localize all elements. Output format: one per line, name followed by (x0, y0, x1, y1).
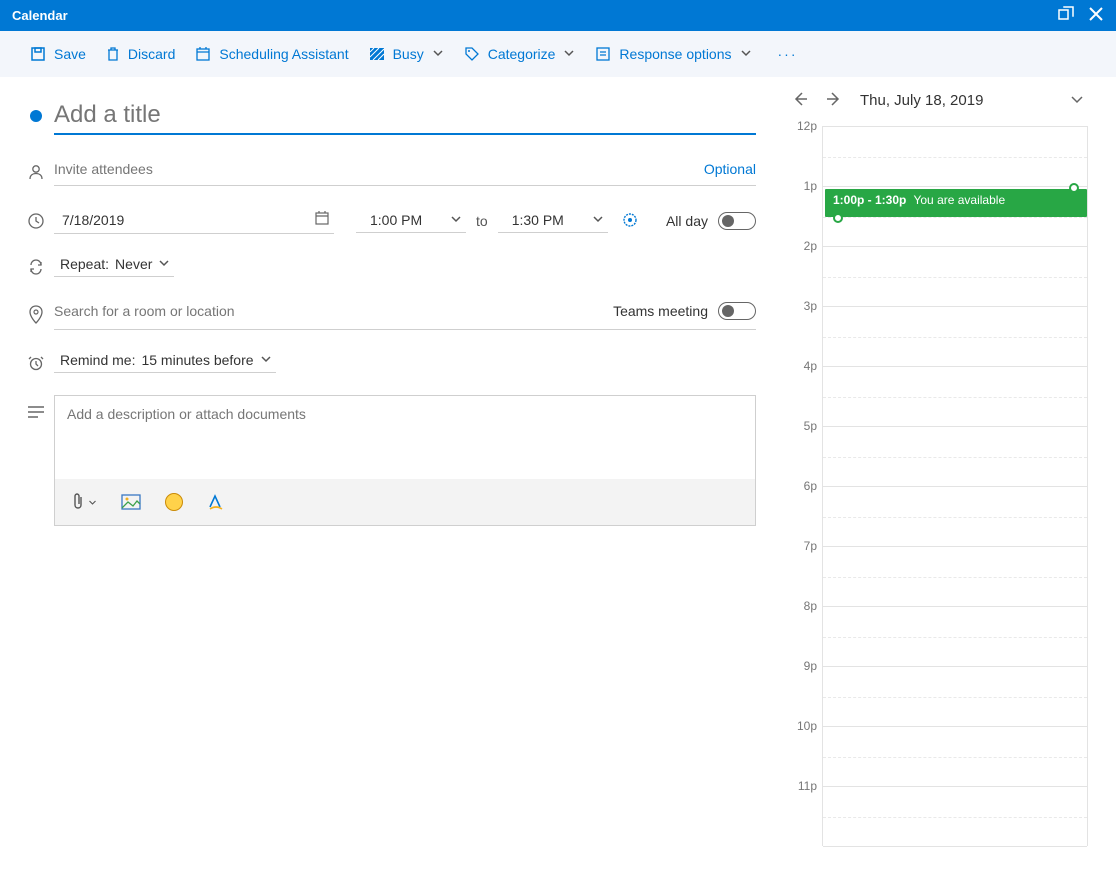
title-bar: Calendar (0, 0, 1116, 31)
chevron-down-icon (592, 212, 604, 228)
hour-row[interactable]: 11p (823, 787, 1087, 847)
more-options-button[interactable]: ··· (772, 46, 804, 62)
event-status-label: You are available (913, 193, 1005, 207)
save-button[interactable]: Save (30, 46, 86, 62)
remind-label: Remind me: (60, 352, 135, 368)
hour-label: 9p (787, 659, 817, 673)
hour-row[interactable]: 6p (823, 487, 1087, 547)
categorize-dropdown[interactable]: Categorize (464, 46, 576, 62)
chevron-down-icon (450, 212, 462, 228)
event-title-input[interactable] (54, 97, 756, 135)
hour-row[interactable]: 2p (823, 247, 1087, 307)
hour-label: 5p (787, 419, 817, 433)
hour-label: 2p (787, 239, 817, 253)
end-time-picker[interactable]: 1:30 PM (498, 210, 608, 233)
busy-dropdown[interactable]: Busy (369, 46, 444, 62)
hour-row[interactable]: 9p (823, 667, 1087, 727)
close-icon[interactable] (1088, 6, 1104, 25)
hour-label: 12p (787, 119, 817, 133)
chevron-down-icon (740, 46, 752, 62)
chevron-down-icon (158, 256, 170, 272)
chevron-down-icon (88, 494, 97, 510)
clock-icon (18, 212, 54, 230)
hour-row[interactable]: 8p (823, 607, 1087, 667)
remind-value: 15 minutes before (141, 352, 253, 368)
scheduling-label: Scheduling Assistant (219, 46, 348, 62)
day-column[interactable]: 12p1p2p3p4p5p6p7p8p9p10p11p 1:00p - 1:30… (822, 126, 1088, 846)
discard-label: Discard (128, 46, 175, 62)
categorize-label: Categorize (488, 46, 556, 62)
hour-label: 11p (787, 779, 817, 793)
open-new-window-icon[interactable] (1058, 6, 1074, 25)
teams-meeting-toggle[interactable] (718, 302, 756, 320)
repeat-value: Never (115, 256, 152, 272)
hour-row[interactable]: 12p (823, 127, 1087, 187)
repeat-dropdown[interactable]: Repeat: Never (54, 256, 174, 277)
to-label: to (476, 213, 488, 229)
person-icon (18, 163, 54, 181)
chevron-down-icon (563, 46, 575, 62)
formatting-button[interactable] (207, 493, 225, 511)
hour-label: 10p (787, 719, 817, 733)
chevron-down-icon (260, 352, 272, 368)
insert-image-button[interactable] (121, 494, 141, 510)
hour-row[interactable]: 5p (823, 427, 1087, 487)
teams-meeting-label: Teams meeting (613, 303, 708, 319)
next-day-button[interactable] (826, 91, 842, 110)
preview-date: Thu, July 18, 2019 (860, 92, 1052, 109)
reminder-dropdown[interactable]: Remind me: 15 minutes before (54, 352, 276, 373)
description-icon (18, 395, 54, 419)
description-toolbar (55, 479, 755, 525)
scheduling-assistant-button[interactable]: Scheduling Assistant (195, 46, 348, 62)
start-time-picker[interactable]: 1:00 PM (356, 210, 466, 233)
hour-label: 1p (787, 179, 817, 193)
hour-row[interactable]: 10p (823, 727, 1087, 787)
hour-row[interactable]: 3p (823, 307, 1087, 367)
location-icon (18, 305, 54, 325)
command-bar: Save Discard Scheduling Assistant Busy C… (0, 31, 1116, 77)
hour-label: 8p (787, 599, 817, 613)
hour-row[interactable]: 7p (823, 547, 1087, 607)
prev-day-button[interactable] (792, 91, 808, 110)
chevron-down-icon (432, 46, 444, 62)
end-time-value: 1:30 PM (512, 212, 564, 228)
event-form: Optional 7/18/2019 1:00 PM (0, 77, 786, 878)
calendar-color-dot (30, 110, 42, 122)
busy-label: Busy (393, 46, 424, 62)
date-picker[interactable]: 7/18/2019 (54, 208, 334, 234)
all-day-label: All day (666, 213, 708, 229)
attach-button[interactable] (71, 493, 97, 511)
calendar-icon (314, 210, 330, 229)
location-input[interactable] (54, 299, 601, 323)
hour-label: 4p (787, 359, 817, 373)
hour-label: 7p (787, 539, 817, 553)
day-preview: Thu, July 18, 2019 12p1p2p3p4p5p6p7p8p9p… (786, 77, 1116, 878)
expand-preview-button[interactable] (1070, 92, 1084, 109)
response-options-dropdown[interactable]: Response options (595, 46, 751, 62)
response-label: Response options (619, 46, 731, 62)
hour-label: 3p (787, 299, 817, 313)
save-label: Save (54, 46, 86, 62)
optional-attendees-link[interactable]: Optional (704, 161, 756, 177)
hour-label: 6p (787, 479, 817, 493)
skype-icon[interactable] (622, 212, 638, 231)
all-day-toggle[interactable] (718, 212, 756, 230)
repeat-label: Repeat: (60, 256, 109, 272)
event-time-label: 1:00p - 1:30p (833, 193, 906, 207)
attendees-input[interactable] (54, 157, 692, 181)
discard-button[interactable]: Discard (106, 46, 175, 62)
emoji-button[interactable] (165, 493, 183, 511)
start-time-value: 1:00 PM (370, 212, 422, 228)
repeat-icon (18, 258, 54, 276)
preview-event[interactable]: 1:00p - 1:30p You are available (825, 189, 1087, 217)
window-title: Calendar (12, 8, 68, 23)
hour-row[interactable]: 4p (823, 367, 1087, 427)
date-value: 7/18/2019 (62, 212, 124, 228)
description-input[interactable] (55, 396, 755, 476)
reminder-icon (18, 354, 54, 372)
